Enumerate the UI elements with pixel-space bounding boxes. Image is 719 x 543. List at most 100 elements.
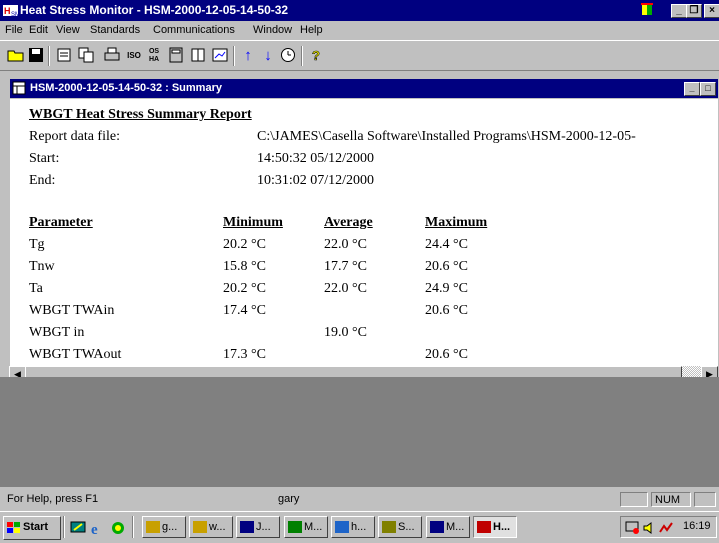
close-button[interactable]: × (704, 4, 719, 18)
windows-logo-icon (7, 521, 21, 534)
menu-edit[interactable]: Edit (29, 24, 48, 36)
print-icon[interactable] (102, 47, 122, 65)
save-icon[interactable] (26, 47, 46, 65)
status-help-text: For Help, press F1 (7, 493, 99, 505)
task-app-icon (193, 521, 207, 534)
status-pane-scrl (694, 492, 716, 507)
data-file-value: C:\JAMES\Casella Software\Installed Prog… (257, 129, 636, 144)
table-cell-parameter: WBGT TWAout (29, 347, 122, 362)
table-cell-average: 22.0 °C (324, 281, 367, 296)
child-maximize-button[interactable]: □ (700, 82, 716, 96)
copy-icon[interactable] (76, 47, 96, 65)
tray-volume-icon[interactable] (643, 520, 657, 536)
menu-help[interactable]: Help (300, 24, 323, 36)
start-label: Start: (29, 151, 60, 166)
taskbar-task-button[interactable]: h... (331, 516, 375, 538)
app-title-bar[interactable]: H SM Heat Stress Monitor - HSM-2000-12-05… (0, 0, 719, 21)
table-cell-minimum: 15.8 °C (223, 259, 266, 274)
summary-window-title: HSM-2000-12-05-14-50-32 : Summary (30, 82, 222, 94)
iso-icon[interactable]: ISO (124, 47, 144, 65)
taskbar-task-button[interactable]: M... (426, 516, 470, 538)
taskbar: Start e g... w... J... M... h... S... M... H...… (0, 511, 719, 543)
restore-button[interactable]: ❐ (686, 4, 702, 18)
table-cell-average: 17.7 °C (324, 259, 367, 274)
column-header-parameter: Parameter (29, 215, 93, 230)
summary-window-title-bar[interactable]: HSM-2000-12-05-14-50-32 : Summary _ □ (10, 79, 718, 98)
table-cell-parameter: Tnw (29, 259, 55, 274)
table-cell-parameter: Ta (29, 281, 43, 296)
system-tray: 16:19 (620, 516, 717, 538)
status-user: gary (278, 493, 300, 505)
child-minimize-button[interactable]: _ (684, 82, 700, 96)
table-cell-minimum: 17.3 °C (223, 347, 266, 362)
tray-activity-icon[interactable] (659, 520, 673, 536)
toolbar: ISO OS HA ↑ ↓ ? (0, 40, 719, 71)
taskbar-task-button[interactable]: g... (142, 516, 186, 538)
table-cell-parameter: WBGT TWAin (29, 303, 115, 318)
status-pane-empty (620, 492, 648, 507)
open-icon[interactable] (6, 47, 26, 65)
table-cell-minimum: 17.4 °C (223, 303, 266, 318)
task-label: M... (304, 521, 323, 533)
summary-window[interactable]: HSM-2000-12-05-14-50-32 : Summary _ □ WB… (8, 77, 719, 383)
clock-icon[interactable] (278, 47, 298, 65)
status-bar: For Help, press F1 gary NUM (0, 489, 719, 511)
mdi-workspace (0, 377, 719, 487)
task-label: h... (351, 521, 367, 533)
column-header-maximum: Maximum (425, 215, 488, 230)
start-label: Start (23, 521, 49, 533)
table-cell-maximum: 20.6 °C (425, 347, 468, 362)
menu-standards[interactable]: Standards (90, 24, 140, 36)
quicklaunch-ie-icon[interactable]: e (90, 520, 106, 538)
task-app-icon (430, 521, 444, 534)
svg-text:H: H (4, 6, 11, 16)
help-icon[interactable]: ? (306, 47, 326, 65)
hsm-app-icon[interactable]: H SM (3, 3, 20, 18)
start-button[interactable]: Start (3, 516, 61, 540)
task-app-icon (288, 521, 302, 534)
column-header-minimum: Minimum (223, 215, 283, 230)
menu-communications[interactable]: Communications (153, 24, 235, 36)
minimize-button[interactable]: _ (671, 4, 687, 18)
svg-text:e: e (91, 522, 98, 536)
chart-icon[interactable] (210, 47, 230, 65)
task-label: w... (209, 521, 226, 533)
quicklaunch-desktop-icon[interactable] (70, 520, 86, 536)
task-app-icon (240, 521, 254, 534)
menu-view[interactable]: View (56, 24, 80, 36)
os-ha-icon[interactable]: OS HA (144, 47, 164, 66)
table-cell-minimum: 20.2 °C (223, 281, 266, 296)
taskbar-task-button[interactable]: S... (378, 516, 422, 538)
task-label: g... (162, 521, 178, 533)
book-icon[interactable] (188, 47, 208, 65)
taskbar-task-button[interactable]: H... (473, 516, 517, 538)
table-cell-minimum: 20.2 °C (223, 237, 266, 252)
taskbar-task-button[interactable]: w... (189, 516, 233, 538)
task-app-icon (382, 521, 396, 534)
properties-icon[interactable] (54, 47, 74, 65)
tray-clock[interactable]: 16:19 (683, 520, 711, 532)
table-cell-maximum: 20.6 °C (425, 303, 468, 318)
table-cell-maximum: 20.6 °C (425, 259, 468, 274)
table-cell-parameter: WBGT in (29, 325, 85, 340)
table-cell-maximum: 24.4 °C (425, 237, 468, 252)
menu-window[interactable]: Window (253, 24, 292, 36)
quicklaunch-channels-icon[interactable] (110, 520, 126, 536)
menu-file[interactable]: File (5, 24, 23, 36)
document-icon[interactable] (12, 81, 26, 95)
up-arrow-icon[interactable]: ↑ (238, 47, 258, 65)
end-label: End: (29, 173, 56, 188)
status-num: NUM (651, 492, 691, 507)
column-header-average: Average (324, 215, 373, 230)
svg-text:?: ? (312, 48, 320, 63)
end-value: 10:31:02 07/12/2000 (257, 173, 375, 188)
app-title: Heat Stress Monitor - HSM-2000-12-05-14-… (20, 3, 289, 17)
tray-display-icon[interactable] (625, 520, 641, 536)
taskbar-task-button[interactable]: M... (284, 516, 328, 538)
calculator-icon[interactable] (166, 47, 186, 65)
task-label: M... (446, 521, 465, 533)
task-app-icon (335, 521, 349, 534)
down-arrow-icon[interactable]: ↓ (258, 47, 278, 65)
report-view[interactable]: WBGT Heat Stress Summary Report Report d… (10, 99, 718, 367)
taskbar-task-button[interactable]: J... (236, 516, 280, 538)
